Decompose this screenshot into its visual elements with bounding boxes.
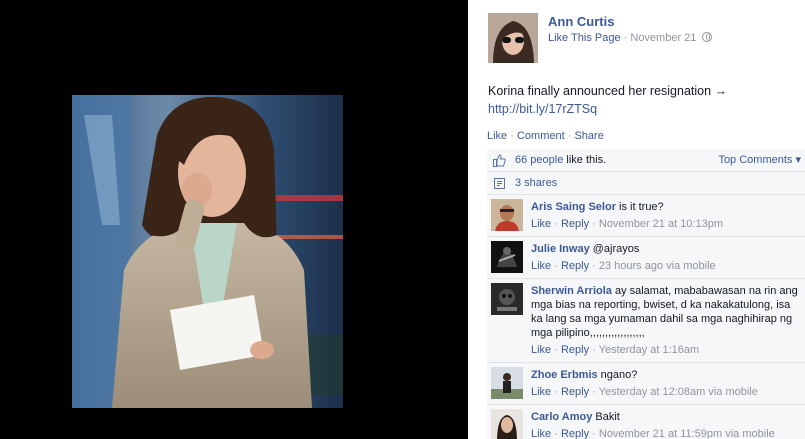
commenter-avatar[interactable] xyxy=(491,283,523,315)
comment-text-block: Aris Saing Selor is it true? xyxy=(531,200,801,214)
like-action[interactable]: Like xyxy=(487,130,507,142)
post-date[interactable]: November 21 xyxy=(630,32,696,44)
page-name-link[interactable]: Ann Curtis xyxy=(548,14,614,29)
comment-like-link[interactable]: Like xyxy=(531,344,551,356)
likes-summary: 66 people like this. Top Comments ▾ xyxy=(487,149,805,172)
comment-meta: Like · Reply · 23 hours ago via mobile xyxy=(531,260,716,272)
photo-stage xyxy=(0,0,468,439)
comment-like-link[interactable]: Like xyxy=(531,386,551,398)
comment-reply-link[interactable]: Reply xyxy=(561,218,589,230)
comment-meta: Like · Reply · Yesterday at 1:16am xyxy=(531,344,700,356)
post-body: Korina finally announced her resignation… xyxy=(488,82,788,118)
comment-meta: Like · Reply · Yesterday at 12:08am via … xyxy=(531,386,758,398)
comment-time[interactable]: November 21 at 10:13pm xyxy=(599,218,723,230)
comment-time[interactable]: Yesterday at 1:16am xyxy=(599,344,700,356)
comment-reply-link[interactable]: Reply xyxy=(561,386,589,398)
post-meta: Like This Page · November 21 xyxy=(548,32,713,44)
comment-like-link[interactable]: Like xyxy=(531,428,551,439)
comment-time[interactable]: 23 hours ago via mobile xyxy=(599,260,716,272)
post-message: Korina finally announced her resignation… xyxy=(488,84,728,98)
comment-like-link[interactable]: Like xyxy=(531,260,551,272)
comment-item: Sherwin Arriola ay salamat, mababawasan … xyxy=(487,279,805,363)
post-header: Ann Curtis Like This Page · November 21 xyxy=(488,13,788,65)
share-action[interactable]: Share xyxy=(574,130,603,142)
post-actions: Like · Comment · Share xyxy=(487,130,604,142)
thumbs-up-icon xyxy=(493,154,506,167)
action-separator: · xyxy=(510,130,517,142)
commenter-avatar[interactable] xyxy=(491,199,523,231)
like-page-link[interactable]: Like This Page xyxy=(548,32,621,44)
comment-reply-link[interactable]: Reply xyxy=(561,428,589,439)
commenter-name[interactable]: Carlo Amoy xyxy=(531,411,592,423)
comment-item: Carlo Amoy Bakit Like · Reply · November… xyxy=(487,405,805,439)
shares-summary: 3 shares xyxy=(487,172,805,195)
comment-item: Aris Saing Selor is it true? Like · Repl… xyxy=(487,195,805,237)
share-icon xyxy=(494,178,505,189)
page-avatar[interactable] xyxy=(488,13,538,63)
comment-text: @ajrayos xyxy=(589,243,640,255)
comment-text-block: Carlo Amoy Bakit xyxy=(531,410,801,424)
comment-text-block: Zhoe Erbmis ngano? xyxy=(531,368,801,382)
likes-suffix: like this. xyxy=(563,154,607,166)
comment-text-block: Sherwin Arriola ay salamat, mababawasan … xyxy=(531,284,801,340)
comment-reply-link[interactable]: Reply xyxy=(561,260,589,272)
comment-item: Zhoe Erbmis ngano? Like · Reply · Yester… xyxy=(487,363,805,405)
commenter-name[interactable]: Zhoe Erbmis xyxy=(531,369,598,381)
globe-icon xyxy=(702,32,713,42)
post-photo[interactable] xyxy=(72,95,343,408)
commenter-name[interactable]: Julie Inway xyxy=(531,243,590,255)
comment-time[interactable]: November 21 at 11:59pm via mobile xyxy=(599,428,775,439)
comment-meta: Like · Reply · November 21 at 11:59pm vi… xyxy=(531,428,775,439)
feedback-box: 66 people like this. Top Comments ▾ 3 sh… xyxy=(487,149,805,439)
comment-text: is it true? xyxy=(615,201,664,213)
commenter-avatar[interactable] xyxy=(491,241,523,273)
commenter-name[interactable]: Aris Saing Selor xyxy=(531,201,616,213)
news-anchor-photo xyxy=(72,95,343,408)
commenter-avatar[interactable] xyxy=(491,409,523,439)
comment-item: Julie Inway @ajrayos Like · Reply · 23 h… xyxy=(487,237,805,279)
comment-like-link[interactable]: Like xyxy=(531,218,551,230)
likes-people-link[interactable]: 66 people xyxy=(515,154,563,166)
comment-text: Bakit xyxy=(592,411,620,423)
comment-reply-link[interactable]: Reply xyxy=(561,344,589,356)
comment-text: ngano? xyxy=(597,369,638,381)
commenter-avatar[interactable] xyxy=(491,367,523,399)
comment-text-block: Julie Inway @ajrayos xyxy=(531,242,801,256)
post-panel: Ann Curtis Like This Page · November 21 … xyxy=(468,0,805,439)
shares-link[interactable]: 3 shares xyxy=(515,177,557,189)
top-comments-dropdown[interactable]: Top Comments ▾ xyxy=(718,149,801,172)
post-url-link[interactable]: http://bit.ly/17rZTSq xyxy=(488,100,788,118)
comment-action[interactable]: Comment xyxy=(517,130,565,142)
comment-time[interactable]: Yesterday at 12:08am via mobile xyxy=(599,386,758,398)
comment-meta: Like · Reply · November 21 at 10:13pm xyxy=(531,218,724,230)
commenter-name[interactable]: Sherwin Arriola xyxy=(531,285,612,297)
